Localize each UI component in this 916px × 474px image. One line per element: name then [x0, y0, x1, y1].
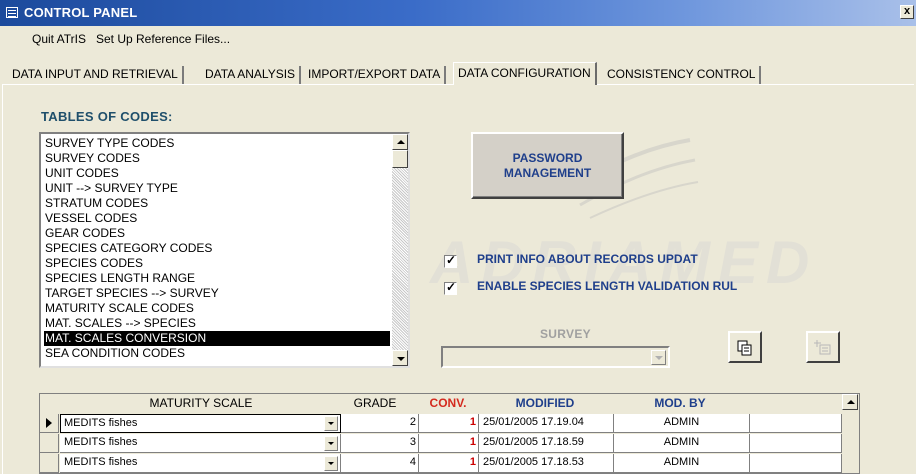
record-selector[interactable]: [40, 434, 59, 453]
table-cell-modby: ADMIN: [614, 434, 750, 453]
copy-button[interactable]: [728, 331, 762, 363]
tab-import-export-data[interactable]: IMPORT/EXPORT DATA: [304, 66, 447, 84]
menu-quit[interactable]: Quit ATrIS: [32, 32, 86, 46]
list-item[interactable]: SURVEY CODES: [44, 151, 390, 166]
scroll-up-button[interactable]: [392, 134, 408, 150]
add-record-icon: [814, 340, 831, 355]
list-item[interactable]: SURVEY TYPE CODES: [44, 136, 390, 151]
list-item[interactable]: SPECIES LENGTH RANGE: [44, 271, 390, 286]
list-item[interactable]: SPECIES CODES: [44, 256, 390, 271]
form-icon: [6, 7, 18, 18]
list-item[interactable]: VESSEL CODES: [44, 211, 390, 226]
column-header-scale[interactable]: MATURITY SCALE: [62, 394, 340, 412]
chevron-down-icon[interactable]: [324, 416, 338, 431]
list-item[interactable]: SEA CONDITION CODES: [44, 346, 390, 361]
list-item[interactable]: TARGET SPECIES --> SURVEY: [44, 286, 390, 301]
list-item[interactable]: UNIT CODES: [44, 166, 390, 181]
length-validation-checkbox[interactable]: [444, 280, 457, 295]
list-item[interactable]: STRATUM CODES: [44, 196, 390, 211]
table-cell-empty: [750, 454, 842, 473]
codes-listbox[interactable]: SURVEY TYPE CODES SURVEY CODES UNIT CODE…: [39, 132, 410, 368]
table-cell-scale[interactable]: MEDITS fishes: [60, 414, 341, 433]
close-button[interactable]: x: [900, 5, 914, 19]
column-header-modified[interactable]: MODIFIED: [480, 394, 610, 412]
tab-strip: DATA INPUT AND RETRIEVAL DATA ANALYSIS I…: [0, 62, 916, 85]
table-cell-conv[interactable]: 1: [419, 414, 479, 433]
scroll-down-button[interactable]: [392, 350, 408, 366]
table-cell-modby: ADMIN: [614, 454, 750, 473]
tab-consistency-control[interactable]: CONSISTENCY CONTROL: [603, 66, 762, 84]
password-button-line1: PASSWORD: [512, 151, 583, 165]
print-info-checkbox[interactable]: [444, 253, 457, 268]
length-validation-label: ENABLE SPECIES LENGTH VALIDATION RUL: [477, 279, 738, 293]
list-item-selected[interactable]: MAT. SCALES CONVERSION: [44, 331, 390, 346]
table-cell-conv[interactable]: 1: [419, 434, 479, 453]
list-item[interactable]: MATURITY SCALE CODES: [44, 301, 390, 316]
title-bar: CONTROL PANEL x: [0, 0, 916, 26]
column-header-grade[interactable]: GRADE: [340, 394, 410, 412]
window-title: CONTROL PANEL: [24, 5, 138, 20]
add-record-button[interactable]: [806, 331, 840, 363]
copy-icon: [737, 340, 752, 356]
table-cell-scale[interactable]: MEDITS fishes: [60, 434, 341, 453]
table-cell-empty: [750, 414, 842, 433]
survey-select[interactable]: [441, 346, 670, 368]
table-cell-modified: 25/01/2005 17.18.53: [479, 454, 614, 473]
tab-data-configuration[interactable]: DATA CONFIGURATION: [453, 62, 597, 85]
table-cell-grade[interactable]: 2: [341, 414, 419, 433]
password-management-button[interactable]: PASSWORD MANAGEMENT: [471, 132, 624, 199]
table-cell-modby: ADMIN: [614, 414, 750, 433]
column-header-conv[interactable]: CONV.: [418, 394, 478, 412]
print-info-label: PRINT INFO ABOUT RECORDS UPDAT: [477, 252, 698, 266]
table-cell-conv[interactable]: 1: [419, 454, 479, 473]
column-header-modby[interactable]: MOD. BY: [615, 394, 745, 412]
password-button-line2: MANAGEMENT: [503, 166, 592, 180]
table-cell-modified: 25/01/2005 17.18.59: [479, 434, 614, 453]
table-cell-modified: 25/01/2005 17.19.04: [479, 414, 614, 433]
scroll-thumb[interactable]: [392, 150, 408, 168]
chevron-down-icon[interactable]: [324, 436, 338, 451]
chevron-down-icon[interactable]: [651, 350, 666, 365]
codes-scrollbar[interactable]: [392, 134, 408, 366]
survey-label: SURVEY: [540, 327, 591, 341]
menu-bar: Quit ATrIS Set Up Reference Files...: [0, 26, 916, 50]
list-item[interactable]: SPECIES CATEGORY CODES: [44, 241, 390, 256]
list-item[interactable]: GEAR CODES: [44, 226, 390, 241]
maturity-grid: MATURITY SCALE GRADE CONV. MODIFIED MOD.…: [39, 393, 860, 474]
scroll-up-button[interactable]: [842, 394, 858, 410]
tab-data-input-retrieval[interactable]: DATA INPUT AND RETRIEVAL: [8, 66, 184, 84]
record-selector-current[interactable]: [40, 414, 59, 433]
menu-setup-reference-files[interactable]: Set Up Reference Files...: [96, 32, 230, 46]
table-cell-empty: [750, 434, 842, 453]
table-cell-scale[interactable]: MEDITS fishes: [60, 454, 341, 473]
table-cell-grade[interactable]: 4: [341, 454, 419, 473]
grid-scrollbar[interactable]: [842, 394, 859, 473]
record-selector[interactable]: [40, 454, 59, 473]
tab-data-analysis[interactable]: DATA ANALYSIS: [201, 66, 302, 84]
codes-heading: TABLES OF CODES:: [41, 109, 173, 124]
chevron-down-icon[interactable]: [324, 456, 338, 471]
list-item[interactable]: UNIT --> SURVEY TYPE: [44, 181, 390, 196]
list-item[interactable]: MAT. SCALES --> SPECIES: [44, 316, 390, 331]
table-cell-grade[interactable]: 3: [341, 434, 419, 453]
